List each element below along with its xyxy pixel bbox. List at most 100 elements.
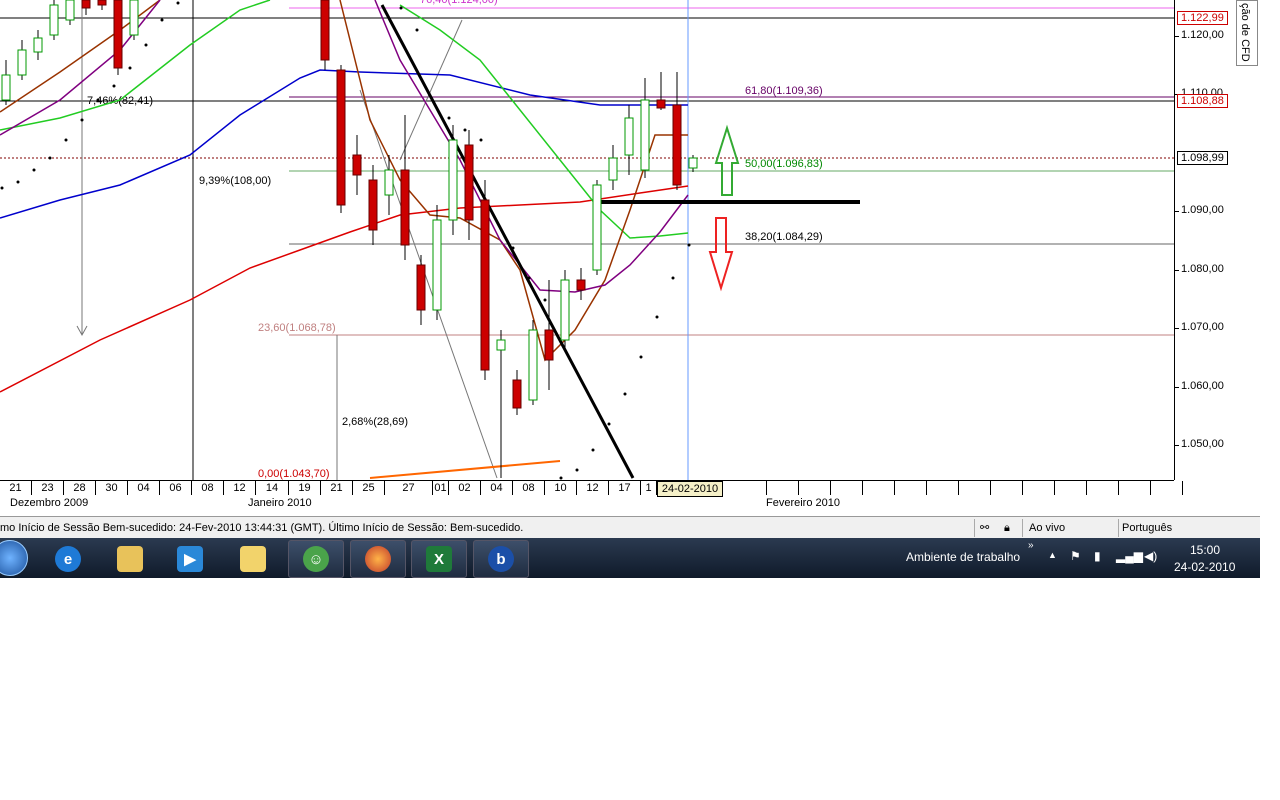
network-icon[interactable]: ▂▄▆	[1116, 549, 1143, 563]
lock-icon: 🔒︎	[1004, 522, 1010, 534]
taskbar-explorer[interactable]	[102, 540, 158, 578]
fib-label-38: 38,20(1.084,29)	[745, 231, 823, 243]
bull-candle	[129, 0, 139, 36]
chart-canvas[interactable]: 76,40(1.124,00) 61,80(1.109,36) 50,00(1.09…	[0, 0, 1174, 480]
down-arrow-icon	[708, 217, 734, 292]
bear-candle	[672, 104, 682, 186]
current-price-box: 1.098,99	[1177, 151, 1228, 165]
taskbar-media-player[interactable]: ▶	[162, 540, 218, 578]
x-day-label: 23	[32, 481, 64, 495]
sar-dot	[687, 243, 691, 247]
x-empty-cell	[1087, 481, 1119, 495]
sar-dot	[112, 84, 116, 88]
x-month-label: Fevereiro 2010	[766, 497, 840, 509]
language-status[interactable]: Português	[1122, 517, 1172, 539]
x-month-label: Dezembro 2009	[10, 497, 89, 509]
x-empty-cell	[831, 481, 863, 495]
x-empty-cell	[1151, 481, 1183, 495]
taskbar-folders[interactable]	[225, 540, 281, 578]
orange-trend-line	[369, 460, 561, 479]
taskbar-bloomberg[interactable]: b	[473, 540, 529, 578]
sar-dot	[80, 118, 84, 122]
x-empty-cell	[767, 481, 799, 495]
x-empty-cell	[735, 481, 767, 495]
x-empty-cell	[799, 481, 831, 495]
sar-dot	[463, 128, 467, 132]
x-empty-cell	[895, 481, 927, 495]
media-player-icon: ▶	[177, 546, 203, 572]
power-icon[interactable]: ▮	[1094, 549, 1101, 563]
x-day-label: 21	[0, 481, 32, 495]
bull-candle	[528, 329, 538, 401]
sar-dot	[144, 43, 148, 47]
taskbar-excel[interactable]: X	[411, 540, 467, 578]
taskbar-ie[interactable]: e	[40, 540, 96, 578]
bear-candle	[336, 69, 346, 206]
sar-dot	[527, 276, 531, 280]
sar-dot	[543, 298, 547, 302]
sar-dot	[591, 448, 595, 452]
taskbar-messenger[interactable]: ☺	[288, 540, 344, 578]
y-tick-label: 1.090,00	[1175, 204, 1224, 216]
bull-candle	[688, 157, 698, 169]
clock-date[interactable]: 24-02-2010	[1174, 560, 1235, 574]
y-tick-label: 1.080,00	[1175, 263, 1224, 275]
y-tick-label: 1.070,00	[1175, 321, 1224, 333]
price-chart[interactable]: 76,40(1.124,00) 61,80(1.109,36) 50,00(1.09…	[0, 0, 1174, 480]
sar-dot	[655, 315, 659, 319]
sar-dot	[176, 1, 180, 5]
fib-label-23: 23,60(1.068,78)	[258, 322, 336, 334]
messenger-icon: ☺	[303, 546, 329, 572]
x-day-label: 21	[321, 481, 353, 495]
folders-icon	[240, 546, 266, 572]
windows-taskbar: e ▶ ☺ X b Ambiente de trabalho » ▲ ⚑ ▮ ▂…	[0, 538, 1260, 578]
bear-candle	[97, 0, 107, 6]
x-day-label: 25	[353, 481, 385, 495]
chevron-icon[interactable]: »	[1028, 540, 1034, 551]
start-orb-icon[interactable]	[0, 540, 28, 576]
system-tray: Ambiente de trabalho » ▲ ⚑ ▮ ▂▄▆ ◀) 15:0…	[900, 538, 1260, 578]
sar-dot	[96, 98, 100, 102]
x-empty-cell	[927, 481, 959, 495]
bear-candle	[576, 279, 586, 291]
sar-dot	[511, 246, 515, 250]
bull-candle	[49, 4, 59, 36]
sar-dot	[623, 392, 627, 396]
folder-icon	[117, 546, 143, 572]
y-tick-label: 1.060,00	[1175, 380, 1224, 392]
bloomberg-icon: b	[488, 546, 514, 572]
x-day-label: 27	[385, 481, 433, 495]
bull-candle	[624, 117, 634, 156]
pct-annotation: 2,68%(28,69)	[342, 416, 408, 428]
bull-candle	[1, 74, 11, 101]
sar-dot	[399, 6, 403, 10]
bull-candle	[65, 0, 75, 21]
x-day-label: 17	[609, 481, 641, 495]
price-axis: 1.120,00 1.110,00 1.090,00 1.080,00 1.07…	[1174, 0, 1235, 480]
status-bar: mo Início de Sessão Bem-sucedido: 24-Fev…	[0, 516, 1260, 539]
x-day-label: 30	[96, 481, 128, 495]
sar-dot	[639, 355, 643, 359]
connection-icon[interactable]: ⚯	[980, 517, 989, 539]
x-day-label: 1	[641, 481, 657, 495]
x-day-label: 04	[481, 481, 513, 495]
sar-dot	[32, 168, 36, 172]
high-price-box: 1.122,99	[1177, 11, 1228, 25]
bear-candle	[368, 179, 378, 231]
x-day-label: 06	[160, 481, 192, 495]
clock-time[interactable]: 15:00	[1190, 543, 1220, 557]
sar-dot	[0, 186, 4, 190]
cfd-side-tab[interactable]: ção de CFD	[1236, 0, 1258, 66]
x-empty-cell	[1055, 481, 1087, 495]
volume-icon[interactable]: ◀)	[1144, 549, 1157, 563]
excel-icon: X	[426, 546, 452, 572]
action-center-flag-icon[interactable]: ⚑	[1070, 549, 1081, 563]
y-tick-label: 1.120,00	[1175, 29, 1224, 41]
x-day-label: 08	[192, 481, 224, 495]
show-hidden-icons-icon[interactable]: ▲	[1048, 550, 1057, 560]
bear-candle	[416, 264, 426, 311]
taskbar-firefox[interactable]	[350, 540, 406, 578]
bull-candle	[608, 157, 618, 181]
session-status-text: mo Início de Sessão Bem-sucedido: 24-Fev…	[0, 522, 524, 534]
desktop-toolbar-label[interactable]: Ambiente de trabalho	[906, 550, 1020, 564]
